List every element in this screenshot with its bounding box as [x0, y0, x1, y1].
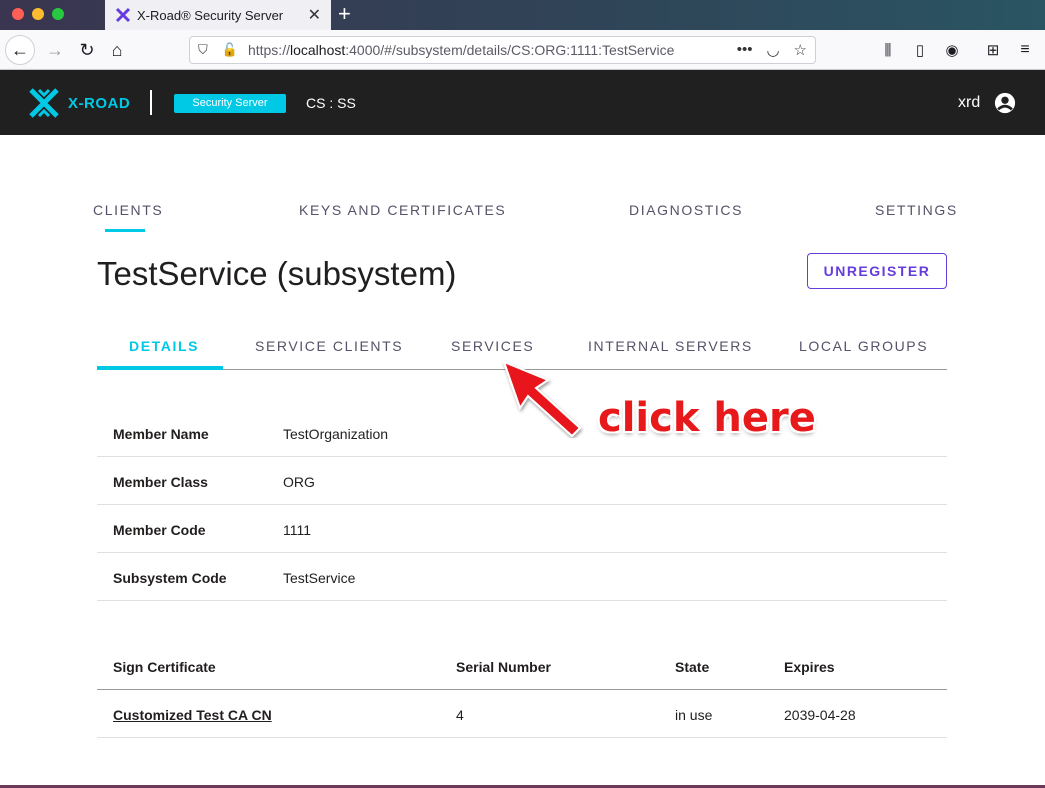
tab-service-clients[interactable]: SERVICE CLIENTS: [255, 338, 403, 354]
pocket-icon[interactable]: ◡: [766, 41, 779, 59]
detail-value: 1111: [283, 522, 312, 538]
window-zoom-button[interactable]: [52, 8, 64, 20]
sidebar-icon[interactable]: ▯: [905, 35, 935, 65]
nav-keys-and-certificates[interactable]: KEYS AND CERTIFICATES: [299, 202, 506, 218]
detail-value: TestOrganization: [283, 426, 389, 442]
logo-text: X-ROAD: [68, 94, 131, 112]
red-arrow-icon: [502, 360, 582, 438]
nav-settings[interactable]: SETTINGS: [875, 202, 958, 218]
detail-value: ORG: [283, 474, 315, 490]
page-actions-icon[interactable]: •••: [737, 41, 753, 59]
xroad-logo-icon: [29, 88, 59, 118]
table-header: Sign Certificate Serial Number State Exp…: [97, 642, 947, 690]
tab-internal-servers[interactable]: INTERNAL SERVERS: [588, 338, 753, 354]
table-row: Member Class ORG: [97, 457, 947, 505]
tab-title: X-Road® Security Server: [137, 7, 284, 23]
forward-arrow-icon[interactable]: →: [40, 35, 70, 65]
nav-clients[interactable]: CLIENTS: [93, 202, 163, 218]
browser-titlebar: X-Road® Security Server ✕ +: [0, 0, 1045, 30]
certificate-state: in use: [675, 707, 713, 723]
certificates-table: Sign Certificate Serial Number State Exp…: [97, 642, 947, 738]
column-header: Serial Number: [456, 659, 551, 675]
column-header: State: [675, 659, 710, 675]
detail-label: Member Code: [113, 522, 206, 538]
header-divider: [150, 90, 152, 115]
page-content: CLIENTS KEYS AND CERTIFICATES DIAGNOSTIC…: [0, 135, 1045, 785]
shield-icon[interactable]: ⛉: [198, 42, 208, 58]
table-row: Subsystem Code TestService: [97, 553, 947, 601]
url-bar[interactable]: ⛉ 🔓 https://localhost:4000/#/subsystem/d…: [189, 36, 816, 64]
main-nav: CLIENTS KEYS AND CERTIFICATES DIAGNOSTIC…: [0, 202, 1045, 222]
bookmark-star-icon[interactable]: ☆: [794, 41, 807, 59]
tab-close-icon[interactable]: ✕: [308, 5, 321, 25]
account-icon[interactable]: ◉: [937, 35, 967, 65]
account-circle-icon[interactable]: [994, 92, 1016, 114]
table-row: Customized Test CA CN 4 in use 2039-04-2…: [97, 690, 947, 738]
tab-active-indicator: [97, 366, 223, 370]
expiry-date: 2039-04-28: [784, 707, 856, 723]
username[interactable]: xrd: [958, 94, 980, 112]
url-text[interactable]: https://localhost:4000/#/subsystem/detai…: [248, 42, 674, 58]
reload-icon[interactable]: ↻: [72, 35, 102, 65]
lock-warning-icon[interactable]: 🔓: [222, 42, 238, 58]
xroad-logo[interactable]: X-ROAD: [28, 87, 130, 119]
nav-diagnostics[interactable]: DIAGNOSTICS: [629, 202, 743, 218]
detail-label: Member Class: [113, 474, 208, 490]
detail-label: Member Name: [113, 426, 209, 442]
detail-label: Subsystem Code: [113, 570, 227, 586]
tab-local-groups[interactable]: LOCAL GROUPS: [799, 338, 928, 354]
tab-services[interactable]: SERVICES: [451, 338, 534, 354]
app-header: X-ROAD Security Server CS : SS xrd: [0, 70, 1045, 135]
unregister-button[interactable]: UNREGISTER: [807, 253, 947, 289]
home-icon[interactable]: ⌂: [102, 35, 132, 65]
instance-label: CS : SS: [306, 95, 356, 111]
column-header: Expires: [784, 659, 835, 675]
certificate-link[interactable]: Customized Test CA CN: [113, 707, 272, 723]
menu-icon[interactable]: ≡: [1010, 35, 1040, 65]
security-server-badge: Security Server: [174, 94, 286, 113]
browser-navbar: ← → ↻ ⌂ ⛉ 🔓 https://localhost:4000/#/sub…: [0, 30, 1045, 70]
back-arrow-icon[interactable]: ←: [5, 35, 35, 65]
nav-active-indicator: [105, 229, 145, 232]
window-close-button[interactable]: [12, 8, 24, 20]
table-row: Member Code 1111: [97, 505, 947, 553]
extensions-icon[interactable]: ⊞: [978, 35, 1008, 65]
page-title: TestService (subsystem): [97, 255, 457, 292]
serial-number: 4: [456, 707, 464, 723]
library-icon[interactable]: ⫼: [873, 35, 903, 65]
window-minimize-button[interactable]: [32, 8, 44, 20]
click-here-annotation: click here: [598, 395, 816, 441]
column-header: Sign Certificate: [113, 659, 216, 675]
xroad-favicon-icon: [115, 7, 131, 23]
tab-details[interactable]: DETAILS: [129, 338, 199, 354]
browser-tab[interactable]: X-Road® Security Server ✕: [105, 0, 331, 30]
new-tab-button[interactable]: +: [338, 2, 351, 26]
detail-value: TestService: [283, 570, 356, 586]
